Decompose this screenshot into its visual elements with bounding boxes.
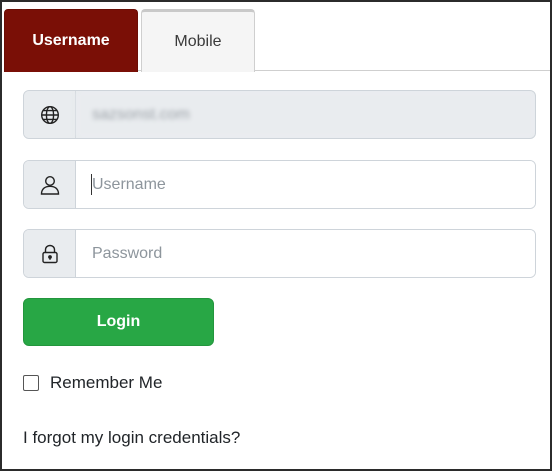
username-field-group [23,160,536,209]
user-icon [24,161,76,208]
domain-input[interactable] [76,91,535,138]
login-panel: Username Mobile sazsonst.com Username Lo… [0,0,552,471]
remember-me[interactable]: Remember Me [23,372,162,394]
tab-mobile[interactable]: Mobile [141,9,255,72]
text-caret [91,174,92,195]
globe-icon [24,91,76,138]
login-button[interactable]: Login [23,298,214,346]
remember-me-checkbox[interactable] [23,375,39,391]
login-tabs: Username Mobile [4,9,550,72]
forgot-credentials-link[interactable]: I forgot my login credentials? [23,428,240,448]
remember-me-label: Remember Me [50,373,163,392]
lock-icon [24,230,76,277]
domain-field-group [23,90,536,139]
password-input[interactable] [76,230,535,277]
tab-username[interactable]: Username [4,9,138,72]
password-field-group [23,229,536,278]
username-input[interactable] [76,161,535,208]
